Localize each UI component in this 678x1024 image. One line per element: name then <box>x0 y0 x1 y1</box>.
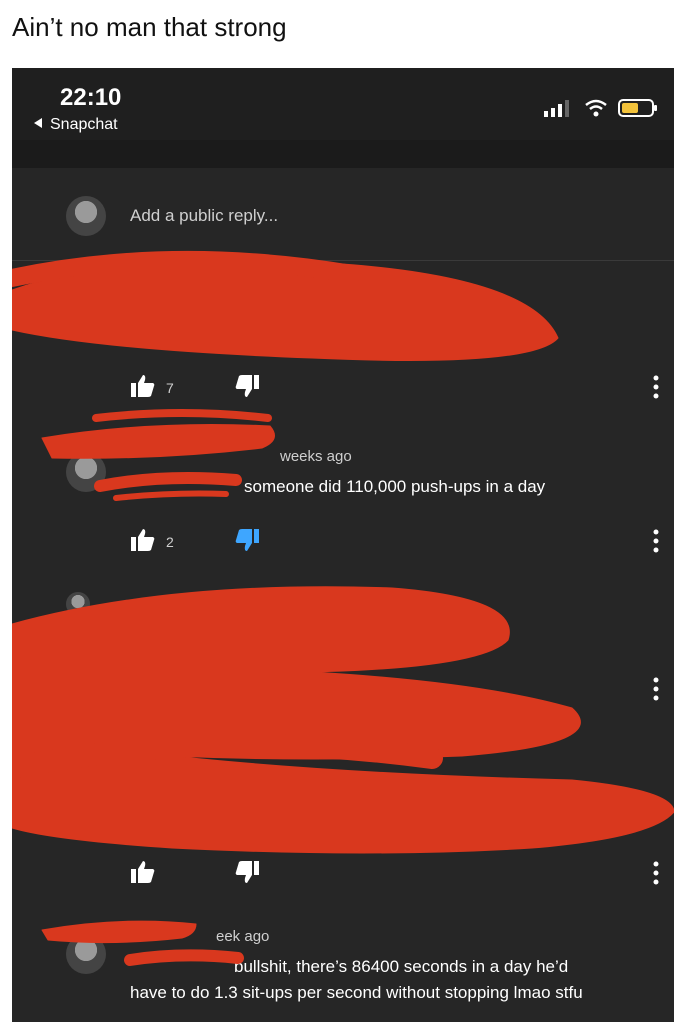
more-options-button[interactable] <box>652 528 660 559</box>
like-button[interactable] <box>130 374 156 403</box>
thumbs-up-icon <box>131 861 155 883</box>
comment-text: someone did 110,000 push-ups in a day <box>244 477 546 496</box>
dislike-button[interactable] <box>234 528 260 557</box>
more-options-button[interactable] <box>652 860 660 891</box>
post-caption: Ain’t no man that strong <box>12 12 287 42</box>
like-button[interactable] <box>130 860 156 889</box>
comment-timestamp: weeks ago <box>280 448 352 465</box>
like-count: 2 <box>166 534 174 550</box>
back-to-app-link[interactable]: Snapchat <box>32 116 118 134</box>
thumbs-down-icon <box>235 375 259 397</box>
avatar <box>66 196 106 236</box>
comment-actions: 2 <box>12 528 674 558</box>
thumbs-down-icon <box>235 529 259 551</box>
avatar <box>66 934 106 974</box>
like-count: 7 <box>166 380 174 396</box>
thumbs-up-icon <box>131 375 155 397</box>
dislike-button[interactable] <box>234 374 260 403</box>
status-bar: 22:10 Snapchat <box>12 68 674 140</box>
avatar <box>66 592 90 616</box>
system-icons <box>542 98 658 123</box>
back-app-label: Snapchat <box>50 116 118 133</box>
dislike-button[interactable] <box>234 860 260 889</box>
more-vertical-icon <box>653 677 659 701</box>
phone-screenshot: 22:10 Snapchat Add a public reply... 7 w… <box>12 68 674 1022</box>
reply-input[interactable]: Add a public reply... <box>130 206 278 226</box>
more-options-button[interactable] <box>652 374 660 405</box>
wifi-icon <box>584 99 608 122</box>
comment-timestamp: eek ago <box>216 928 270 945</box>
back-arrow-icon <box>32 116 44 134</box>
signal-icon <box>542 99 574 122</box>
comment-actions: 7 <box>12 374 674 404</box>
comment-actions <box>12 860 674 890</box>
status-time: 22:10 <box>60 84 122 111</box>
thumbs-down-icon <box>235 861 259 883</box>
thumbs-up-icon <box>131 529 155 551</box>
more-vertical-icon <box>653 529 659 553</box>
reply-box[interactable]: Add a public reply... <box>12 180 674 261</box>
battery-icon <box>618 98 658 123</box>
more-vertical-icon <box>653 375 659 399</box>
more-options-button[interactable] <box>652 676 660 707</box>
header-band <box>12 140 674 168</box>
comment-text-line: bullshit, there’s 86400 seconds in a day… <box>234 957 569 976</box>
more-vertical-icon <box>653 861 659 885</box>
avatar <box>66 452 106 492</box>
like-button[interactable] <box>130 528 156 557</box>
comment-text-line: have to do 1.3 sit-ups per second withou… <box>130 983 583 1002</box>
